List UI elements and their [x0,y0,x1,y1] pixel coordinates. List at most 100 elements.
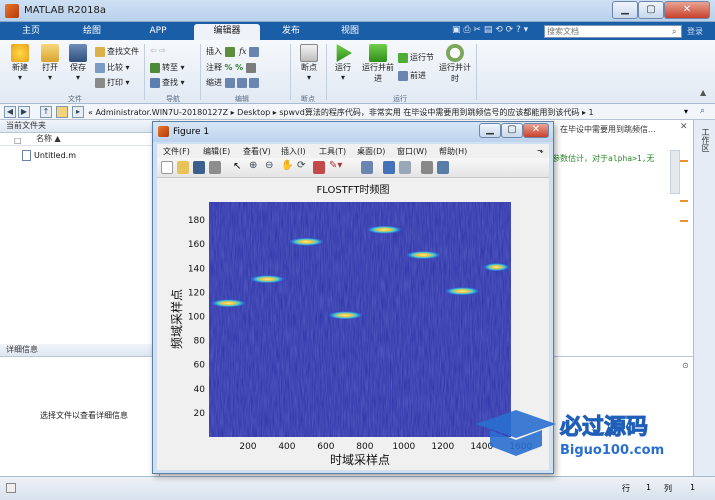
column-header-name[interactable]: 名称 ▲ [0,133,159,146]
insert-icon [224,46,235,57]
current-folder-path[interactable]: « Administrator.WIN7U-20180127Z ▸ Deskto… [88,107,594,118]
address-bar: ◀ ▶ ↑ ▸ « Administrator.WIN7U-20180127Z … [0,104,715,120]
rotate-icon[interactable]: ⟳ [297,160,305,171]
up-folder-icon[interactable]: ↑ [40,106,52,118]
file-group-label: 文件 [68,95,82,103]
maximize-button[interactable]: ▢ [638,1,664,19]
login-link[interactable]: 登录 [687,26,703,37]
find-files-button[interactable]: 查找文件 [95,46,139,57]
hide-plot-tools-icon[interactable] [421,161,433,174]
browse-folder-icon[interactable] [56,106,68,118]
tab-apps[interactable]: APP [126,24,190,40]
tab-home[interactable]: 主页 [4,24,58,40]
open-file-icon[interactable] [177,161,189,174]
frequency-segment-3 [286,237,326,247]
breakpoint-button[interactable]: 断点 ▾ [295,44,323,82]
y-tick-label: 160 [188,240,205,250]
find-button[interactable]: 查找 ▾ [150,77,185,88]
toolstrip: 新建 ▾ 打开 ▾ 保存 ▾ 查找文件 比较 ▾ 打印 ▾ 文件 ⇦ ⇨ 转至 ▾ 查… [0,40,715,104]
compare-button[interactable]: 比较 ▾ [95,62,130,73]
play-icon [336,44,352,62]
menu-view[interactable]: 查看(V) [243,146,271,157]
editor-marker [680,160,688,162]
x-tick-label: 200 [239,442,256,452]
tab-editor[interactable]: 编辑器 [194,24,260,40]
search-icon[interactable]: ⌕ [672,27,676,37]
print-button[interactable]: 打印 ▾ [95,77,130,88]
figure-dock-icon[interactable]: ⬎ [537,146,544,155]
save-button[interactable]: 保存 ▾ [64,44,92,82]
editor-scrollbar[interactable] [670,150,680,194]
back-icon[interactable]: ◀ [4,106,16,118]
editor-tab-title[interactable]: 在毕设中需要用到跳频信... [560,124,656,135]
menu-tools[interactable]: 工具(T) [319,146,346,157]
workspace-label[interactable]: 工作区 [700,128,711,152]
menu-insert[interactable]: 插入(I) [281,146,306,157]
data-cursor-icon[interactable] [313,161,325,174]
run-button[interactable]: 运行 ▾ [330,44,356,82]
menu-desktop[interactable]: 桌面(D) [357,146,385,157]
pointer-icon[interactable]: ↖ [233,161,241,172]
insert-button[interactable]: 插入 fx [206,46,261,57]
close-button[interactable]: ✕ [664,1,710,19]
watermark-url: Biguo100.com [560,443,664,458]
y-tick-label: 20 [194,409,206,419]
quick-access-toolbar[interactable]: ▣ ⎙ ✂ ▤ ⟲ ⟳ ? ▾ [452,25,528,35]
status-icon [6,483,16,493]
forward-icon[interactable]: ▶ [18,106,30,118]
path-history-dropdown-icon[interactable]: ▾ [684,107,688,116]
search-folder-icon[interactable]: ⌕ [700,106,705,116]
title-bar: MATLAB R2018a ▁ ▢ ✕ [0,0,715,22]
run-section-button[interactable]: 运行节 [398,52,434,63]
goto-button[interactable]: 转至 ▾ [150,62,185,73]
advance-button[interactable]: 前进 [398,70,426,81]
zoom-out-icon[interactable]: ⊖ [265,160,273,171]
figure-maximize-button[interactable]: ▢ [501,123,523,138]
find-icon [150,77,160,88]
tab-view[interactable]: 视图 [322,24,378,40]
menu-window[interactable]: 窗口(W) [397,146,427,157]
link-plot-icon[interactable] [361,161,373,174]
legend-icon[interactable] [399,161,411,174]
folder-icon [41,44,59,62]
editor-marker [680,200,688,202]
minimize-button[interactable]: ▁ [612,1,638,19]
path-dropdown-icon[interactable]: ▸ [72,106,84,118]
back-forward-buttons[interactable]: ⇦ ⇨ [150,46,166,55]
search-input[interactable]: 搜索文档 [544,25,682,38]
new-button[interactable]: 新建 ▾ [6,44,34,82]
menu-edit[interactable]: 编辑(E) [203,146,230,157]
figure-toolbar: ↖ ⊕ ⊖ ✋ ⟳ ✎▾ [157,158,549,178]
editor-close-icon[interactable]: ✕ [680,122,688,132]
save-figure-icon[interactable] [193,161,205,174]
print-figure-icon[interactable] [209,161,221,174]
checkbox-column[interactable]: □ [14,136,22,145]
figure-minimize-button[interactable]: ▁ [479,123,501,138]
new-figure-icon[interactable] [161,161,173,174]
collapse-toolstrip-icon[interactable]: ▲ [700,88,706,97]
run-and-time-button[interactable]: 运行并计时 [438,44,472,84]
row-value: 1 [646,483,652,492]
run-and-advance-button[interactable]: 运行并前进 [361,44,395,84]
command-window-menu-icon[interactable]: ⊙ [682,361,689,370]
indent-button[interactable]: 缩进 [206,77,261,88]
brush-icon[interactable]: ✎▾ [329,160,342,171]
menu-help[interactable]: 帮助(H) [439,146,467,157]
comment-button[interactable]: 注释 % % [206,62,258,73]
pan-hand-icon[interactable]: ✋ [281,160,293,171]
figure-logo-icon [158,126,169,137]
frequency-segment-8 [481,262,511,272]
menu-file[interactable]: 文件(F) [163,146,190,157]
colorbar-icon[interactable] [383,161,395,174]
chart-title: FLOSTFT时频图 [317,183,390,196]
window-title: MATLAB R2018a [24,5,107,16]
frequency-segment-4 [325,310,365,320]
file-item[interactable]: Untitled.m [34,151,76,160]
tab-plots[interactable]: 绘图 [62,24,122,40]
zoom-in-icon[interactable]: ⊕ [249,160,257,171]
figure-close-button[interactable]: ✕ [523,123,549,138]
show-plot-tools-icon[interactable] [437,161,449,174]
x-axis-label: 时域采样点 [330,452,390,467]
tab-publish[interactable]: 发布 [264,24,318,40]
open-button[interactable]: 打开 ▾ [36,44,64,82]
